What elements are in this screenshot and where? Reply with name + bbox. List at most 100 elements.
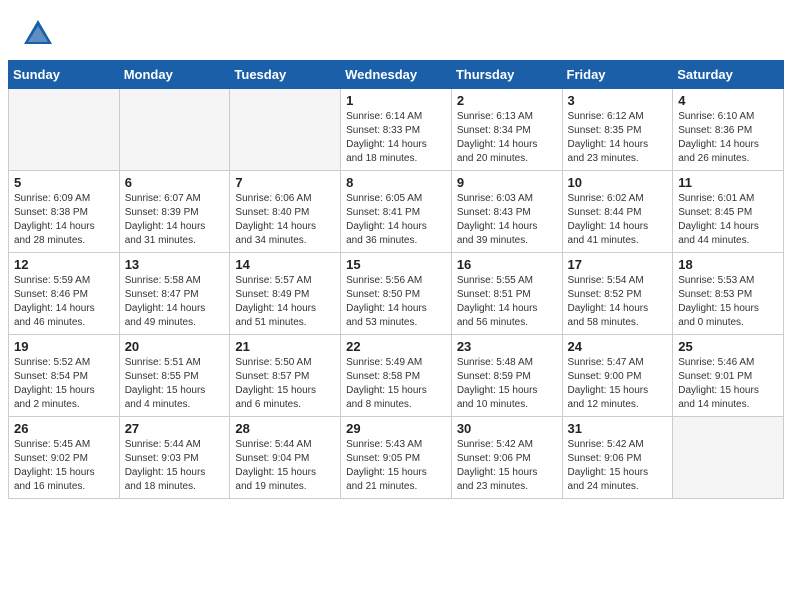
calendar-cell <box>230 89 341 171</box>
calendar-cell: 21 Sunrise: 5:50 AM Sunset: 8:57 PM Dayli… <box>230 335 341 417</box>
calendar-cell: 1 Sunrise: 6:14 AM Sunset: 8:33 PM Daylig… <box>341 89 452 171</box>
calendar-cell: 31 Sunrise: 5:42 AM Sunset: 9:06 PM Dayli… <box>562 417 673 499</box>
weekday-header-thursday: Thursday <box>451 61 562 89</box>
calendar-cell: 28 Sunrise: 5:44 AM Sunset: 9:04 PM Dayli… <box>230 417 341 499</box>
day-info: Sunrise: 6:05 AM Sunset: 8:41 PM Dayligh… <box>346 192 446 248</box>
calendar-cell: 26Sunrise: 5:45 AM Sunset: 9:02 PM Dayli… <box>9 417 120 499</box>
day-info: Sunrise: 5:44 AM Sunset: 9:04 PM Dayligh… <box>235 438 335 494</box>
day-info: Sunrise: 5:56 AM Sunset: 8:50 PM Dayligh… <box>346 274 446 330</box>
calendar-table: SundayMondayTuesdayWednesdayThursdayFrid… <box>8 60 784 499</box>
day-number: 27 <box>125 421 225 436</box>
day-number: 29 <box>346 421 446 436</box>
day-number: 31 <box>568 421 668 436</box>
day-number: 26 <box>14 421 114 436</box>
day-info: Sunrise: 5:53 AM Sunset: 8:53 PM Dayligh… <box>678 274 778 330</box>
day-info: Sunrise: 6:13 AM Sunset: 8:34 PM Dayligh… <box>457 110 557 166</box>
calendar-cell: 18 Sunrise: 5:53 AM Sunset: 8:53 PM Dayli… <box>673 253 784 335</box>
calendar-cell: 27 Sunrise: 5:44 AM Sunset: 9:03 PM Dayli… <box>119 417 230 499</box>
calendar-cell: 23Sunrise: 5:48 AM Sunset: 8:59 PM Dayli… <box>451 335 562 417</box>
day-info: Sunrise: 5:52 AM Sunset: 8:54 PM Dayligh… <box>14 356 114 412</box>
day-number: 25 <box>678 339 778 354</box>
weekday-header-friday: Friday <box>562 61 673 89</box>
day-info: Sunrise: 5:49 AM Sunset: 8:58 PM Dayligh… <box>346 356 446 412</box>
calendar-cell <box>119 89 230 171</box>
day-number: 22 <box>346 339 446 354</box>
calendar-cell: 16Sunrise: 5:55 AM Sunset: 8:51 PM Dayli… <box>451 253 562 335</box>
weekday-header-monday: Monday <box>119 61 230 89</box>
day-info: Sunrise: 6:01 AM Sunset: 8:45 PM Dayligh… <box>678 192 778 248</box>
day-info: Sunrise: 5:58 AM Sunset: 8:47 PM Dayligh… <box>125 274 225 330</box>
calendar-cell: 29 Sunrise: 5:43 AM Sunset: 9:05 PM Dayli… <box>341 417 452 499</box>
day-info: Sunrise: 5:47 AM Sunset: 9:00 PM Dayligh… <box>568 356 668 412</box>
day-number: 14 <box>235 257 335 272</box>
calendar-cell: 17 Sunrise: 5:54 AM Sunset: 8:52 PM Dayli… <box>562 253 673 335</box>
day-number: 11 <box>678 175 778 190</box>
weekday-header-saturday: Saturday <box>673 61 784 89</box>
day-info: Sunrise: 5:54 AM Sunset: 8:52 PM Dayligh… <box>568 274 668 330</box>
day-info: Sunrise: 5:48 AM Sunset: 8:59 PM Dayligh… <box>457 356 557 412</box>
calendar-cell: 2 Sunrise: 6:13 AM Sunset: 8:34 PM Daylig… <box>451 89 562 171</box>
page-header <box>0 0 792 60</box>
calendar-header: SundayMondayTuesdayWednesdayThursdayFrid… <box>9 61 784 89</box>
calendar-cell <box>9 89 120 171</box>
day-number: 9 <box>457 175 557 190</box>
calendar-week-row: 19 Sunrise: 5:52 AM Sunset: 8:54 PM Dayli… <box>9 335 784 417</box>
day-info: Sunrise: 6:03 AM Sunset: 8:43 PM Dayligh… <box>457 192 557 248</box>
day-info: Sunrise: 5:44 AM Sunset: 9:03 PM Dayligh… <box>125 438 225 494</box>
calendar-cell: 11 Sunrise: 6:01 AM Sunset: 8:45 PM Dayli… <box>673 171 784 253</box>
calendar-cell <box>673 417 784 499</box>
day-info: Sunrise: 5:50 AM Sunset: 8:57 PM Dayligh… <box>235 356 335 412</box>
calendar-cell: 9 Sunrise: 6:03 AM Sunset: 8:43 PM Daylig… <box>451 171 562 253</box>
day-number: 8 <box>346 175 446 190</box>
calendar-cell: 7Sunrise: 6:06 AM Sunset: 8:40 PM Daylig… <box>230 171 341 253</box>
calendar-cell: 22 Sunrise: 5:49 AM Sunset: 8:58 PM Dayli… <box>341 335 452 417</box>
day-number: 18 <box>678 257 778 272</box>
calendar-cell: 6 Sunrise: 6:07 AM Sunset: 8:39 PM Daylig… <box>119 171 230 253</box>
calendar-cell: 20Sunrise: 5:51 AM Sunset: 8:55 PM Dayli… <box>119 335 230 417</box>
day-number: 1 <box>346 93 446 108</box>
day-number: 21 <box>235 339 335 354</box>
day-info: Sunrise: 6:10 AM Sunset: 8:36 PM Dayligh… <box>678 110 778 166</box>
calendar-body: 1 Sunrise: 6:14 AM Sunset: 8:33 PM Daylig… <box>9 89 784 499</box>
weekday-row: SundayMondayTuesdayWednesdayThursdayFrid… <box>9 61 784 89</box>
calendar-cell: 12Sunrise: 5:59 AM Sunset: 8:46 PM Dayli… <box>9 253 120 335</box>
calendar-week-row: 5Sunrise: 6:09 AM Sunset: 8:38 PM Daylig… <box>9 171 784 253</box>
day-number: 15 <box>346 257 446 272</box>
weekday-header-sunday: Sunday <box>9 61 120 89</box>
calendar-cell: 3Sunrise: 6:12 AM Sunset: 8:35 PM Daylig… <box>562 89 673 171</box>
logo-icon <box>20 16 56 52</box>
calendar-cell: 13 Sunrise: 5:58 AM Sunset: 8:47 PM Dayli… <box>119 253 230 335</box>
day-number: 17 <box>568 257 668 272</box>
calendar-cell: 15 Sunrise: 5:56 AM Sunset: 8:50 PM Dayli… <box>341 253 452 335</box>
day-number: 24 <box>568 339 668 354</box>
calendar-week-row: 12Sunrise: 5:59 AM Sunset: 8:46 PM Dayli… <box>9 253 784 335</box>
day-number: 28 <box>235 421 335 436</box>
day-info: Sunrise: 6:02 AM Sunset: 8:44 PM Dayligh… <box>568 192 668 248</box>
calendar-cell: 30 Sunrise: 5:42 AM Sunset: 9:06 PM Dayli… <box>451 417 562 499</box>
day-number: 6 <box>125 175 225 190</box>
day-number: 30 <box>457 421 557 436</box>
calendar-week-row: 1 Sunrise: 6:14 AM Sunset: 8:33 PM Daylig… <box>9 89 784 171</box>
day-info: Sunrise: 6:14 AM Sunset: 8:33 PM Dayligh… <box>346 110 446 166</box>
day-info: Sunrise: 6:12 AM Sunset: 8:35 PM Dayligh… <box>568 110 668 166</box>
day-number: 12 <box>14 257 114 272</box>
day-number: 10 <box>568 175 668 190</box>
day-info: Sunrise: 5:46 AM Sunset: 9:01 PM Dayligh… <box>678 356 778 412</box>
day-info: Sunrise: 6:07 AM Sunset: 8:39 PM Dayligh… <box>125 192 225 248</box>
day-info: Sunrise: 5:42 AM Sunset: 9:06 PM Dayligh… <box>457 438 557 494</box>
day-number: 2 <box>457 93 557 108</box>
day-info: Sunrise: 6:09 AM Sunset: 8:38 PM Dayligh… <box>14 192 114 248</box>
calendar-cell: 4 Sunrise: 6:10 AM Sunset: 8:36 PM Daylig… <box>673 89 784 171</box>
calendar-cell: 25 Sunrise: 5:46 AM Sunset: 9:01 PM Dayli… <box>673 335 784 417</box>
weekday-header-wednesday: Wednesday <box>341 61 452 89</box>
day-number: 19 <box>14 339 114 354</box>
calendar-week-row: 26Sunrise: 5:45 AM Sunset: 9:02 PM Dayli… <box>9 417 784 499</box>
weekday-header-tuesday: Tuesday <box>230 61 341 89</box>
logo <box>20 16 60 52</box>
day-number: 4 <box>678 93 778 108</box>
day-info: Sunrise: 5:43 AM Sunset: 9:05 PM Dayligh… <box>346 438 446 494</box>
day-info: Sunrise: 5:55 AM Sunset: 8:51 PM Dayligh… <box>457 274 557 330</box>
calendar-cell: 8 Sunrise: 6:05 AM Sunset: 8:41 PM Daylig… <box>341 171 452 253</box>
day-number: 13 <box>125 257 225 272</box>
day-info: Sunrise: 5:42 AM Sunset: 9:06 PM Dayligh… <box>568 438 668 494</box>
